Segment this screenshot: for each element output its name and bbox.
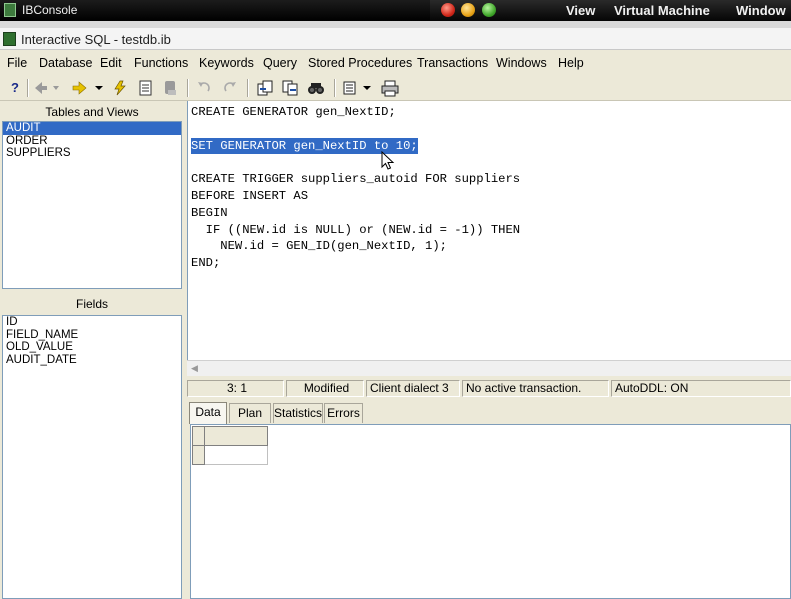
undo-icon[interactable] <box>195 79 213 97</box>
commit-icon[interactable] <box>162 79 180 97</box>
menu-edit[interactable]: Edit <box>100 56 122 70</box>
prepare-glyph <box>139 80 152 96</box>
sql-editor[interactable]: CREATE GENERATOR gen_NextID; SET GENERATO… <box>187 101 791 360</box>
scroll-left-arrow-icon[interactable]: ◀ <box>191 363 198 374</box>
code-line[interactable]: END; <box>191 255 220 271</box>
grid-row <box>192 445 268 465</box>
load-script-glyph <box>257 80 273 96</box>
code-line[interactable]: NEW.id = GEN_ID(gen_NextID, 1); <box>191 238 447 254</box>
host-menu-view[interactable]: View <box>566 3 595 18</box>
code-line[interactable]: BEGIN <box>191 205 228 221</box>
prepare-icon[interactable] <box>138 79 154 97</box>
next-query-glyph <box>72 81 103 95</box>
next-query-icon[interactable] <box>70 79 106 97</box>
options-glyph <box>343 81 371 95</box>
close-window-icon[interactable] <box>441 3 455 17</box>
results-table <box>192 426 268 465</box>
commit-glyph <box>165 81 176 95</box>
fields-list[interactable]: ID FIELD_NAME OLD_VALUE AUDIT_DATE <box>2 315 182 599</box>
print-glyph <box>381 80 399 97</box>
menu-bar: File Database Edit Functions Keywords Qu… <box>0 53 791 74</box>
menu-functions[interactable]: Functions <box>134 56 188 70</box>
previous-query-glyph <box>35 82 59 94</box>
field-list-item[interactable]: FIELD_NAME <box>3 329 181 342</box>
menu-transactions[interactable]: Transactions <box>417 56 488 70</box>
redo-glyph <box>224 82 236 92</box>
grid-header-row <box>192 426 268 446</box>
code-line[interactable]: CREATE TRIGGER suppliers_autoid FOR supp… <box>191 171 520 187</box>
tab-data[interactable]: Data <box>189 402 227 424</box>
find-icon[interactable] <box>306 79 326 97</box>
window-title: Interactive SQL - testdb.ib <box>21 32 171 47</box>
status-bar: 3: 1 Modified Client dialect 3 No active… <box>187 378 791 399</box>
isql-window-icon <box>3 32 16 46</box>
transaction-status: No active transaction. <box>462 380 609 397</box>
tables-panel-header: Tables and Views <box>2 103 182 121</box>
previous-query-icon[interactable] <box>32 79 62 97</box>
toolbar: ? <box>0 75 791 101</box>
redo-icon[interactable] <box>221 79 239 97</box>
menu-query[interactable]: Query <box>263 56 297 70</box>
menu-stored-procedures[interactable]: Stored Procedures <box>308 56 412 70</box>
grid-cell[interactable] <box>204 445 268 465</box>
host-app-title: IBConsole <box>22 3 78 17</box>
code-line[interactable]: IF ((NEW.id is NULL) or (NEW.id = -1)) T… <box>191 222 521 238</box>
host-menu-window[interactable]: Window <box>736 3 786 18</box>
menu-keywords[interactable]: Keywords <box>199 56 254 70</box>
menu-windows[interactable]: Windows <box>496 56 547 70</box>
save-script-icon[interactable] <box>280 79 300 97</box>
toolbar-separator <box>334 79 336 97</box>
toolbar-separator <box>187 79 189 97</box>
modified-status: Modified <box>286 380 364 397</box>
toolbar-separator <box>27 79 29 97</box>
options-icon[interactable] <box>341 79 375 97</box>
menu-file[interactable]: File <box>7 56 27 70</box>
grid-row-indicator[interactable] <box>192 445 205 465</box>
table-list-item[interactable]: SUPPLIERS <box>3 147 181 160</box>
field-list-item[interactable]: OLD_VALUE <box>3 341 181 354</box>
save-script-glyph <box>282 80 298 96</box>
window-title-bar: Interactive SQL - testdb.ib <box>0 28 791 50</box>
autoddl-status: AutoDDL: ON <box>611 380 791 397</box>
zoom-window-icon[interactable] <box>482 3 496 17</box>
undo-glyph <box>198 82 210 92</box>
print-icon[interactable] <box>380 79 400 97</box>
field-list-item[interactable]: AUDIT_DATE <box>3 354 181 367</box>
field-list-item[interactable]: ID <box>3 316 181 329</box>
ibconsole-icon <box>4 3 16 17</box>
tab-errors[interactable]: Errors <box>324 403 363 423</box>
editor-horizontal-scrollbar[interactable]: ◀ <box>187 360 791 376</box>
grid-corner <box>192 426 205 446</box>
find-glyph <box>308 83 324 94</box>
tab-statistics[interactable]: Statistics <box>273 403 323 423</box>
client-dialect: Client dialect 3 <box>366 380 460 397</box>
grid-column-header[interactable] <box>204 426 268 446</box>
tables-list[interactable]: AUDIT ORDER SUPPLIERS <box>2 121 182 289</box>
toolbar-separator <box>247 79 249 97</box>
results-grid[interactable] <box>190 424 791 599</box>
host-app-tab[interactable]: IBConsole <box>0 0 430 21</box>
tab-plan[interactable]: Plan <box>229 403 271 423</box>
host-menu-bar: IBConsole View Virtual Machine Window <box>0 0 791 21</box>
mouse-pointer-icon <box>381 151 395 170</box>
table-list-item[interactable]: AUDIT <box>3 122 181 135</box>
cursor-position: 3: 1 <box>187 380 284 397</box>
help-icon[interactable]: ? <box>8 79 22 97</box>
minimize-window-icon[interactable] <box>461 3 475 17</box>
host-menu-virtual-machine[interactable]: Virtual Machine <box>614 3 710 18</box>
code-line[interactable]: BEFORE INSERT AS <box>191 188 308 204</box>
fields-panel-header: Fields <box>2 295 182 313</box>
execute-glyph <box>114 80 126 96</box>
execute-icon[interactable] <box>110 79 130 97</box>
title-strip <box>0 21 791 28</box>
menu-database[interactable]: Database <box>39 56 93 70</box>
code-line[interactable]: CREATE GENERATOR gen_NextID; <box>191 104 396 120</box>
results-tabs: Data Plan Statistics Errors <box>187 402 791 424</box>
load-script-icon[interactable] <box>255 79 275 97</box>
menu-help[interactable]: Help <box>558 56 584 70</box>
table-list-item[interactable]: ORDER <box>3 135 181 148</box>
